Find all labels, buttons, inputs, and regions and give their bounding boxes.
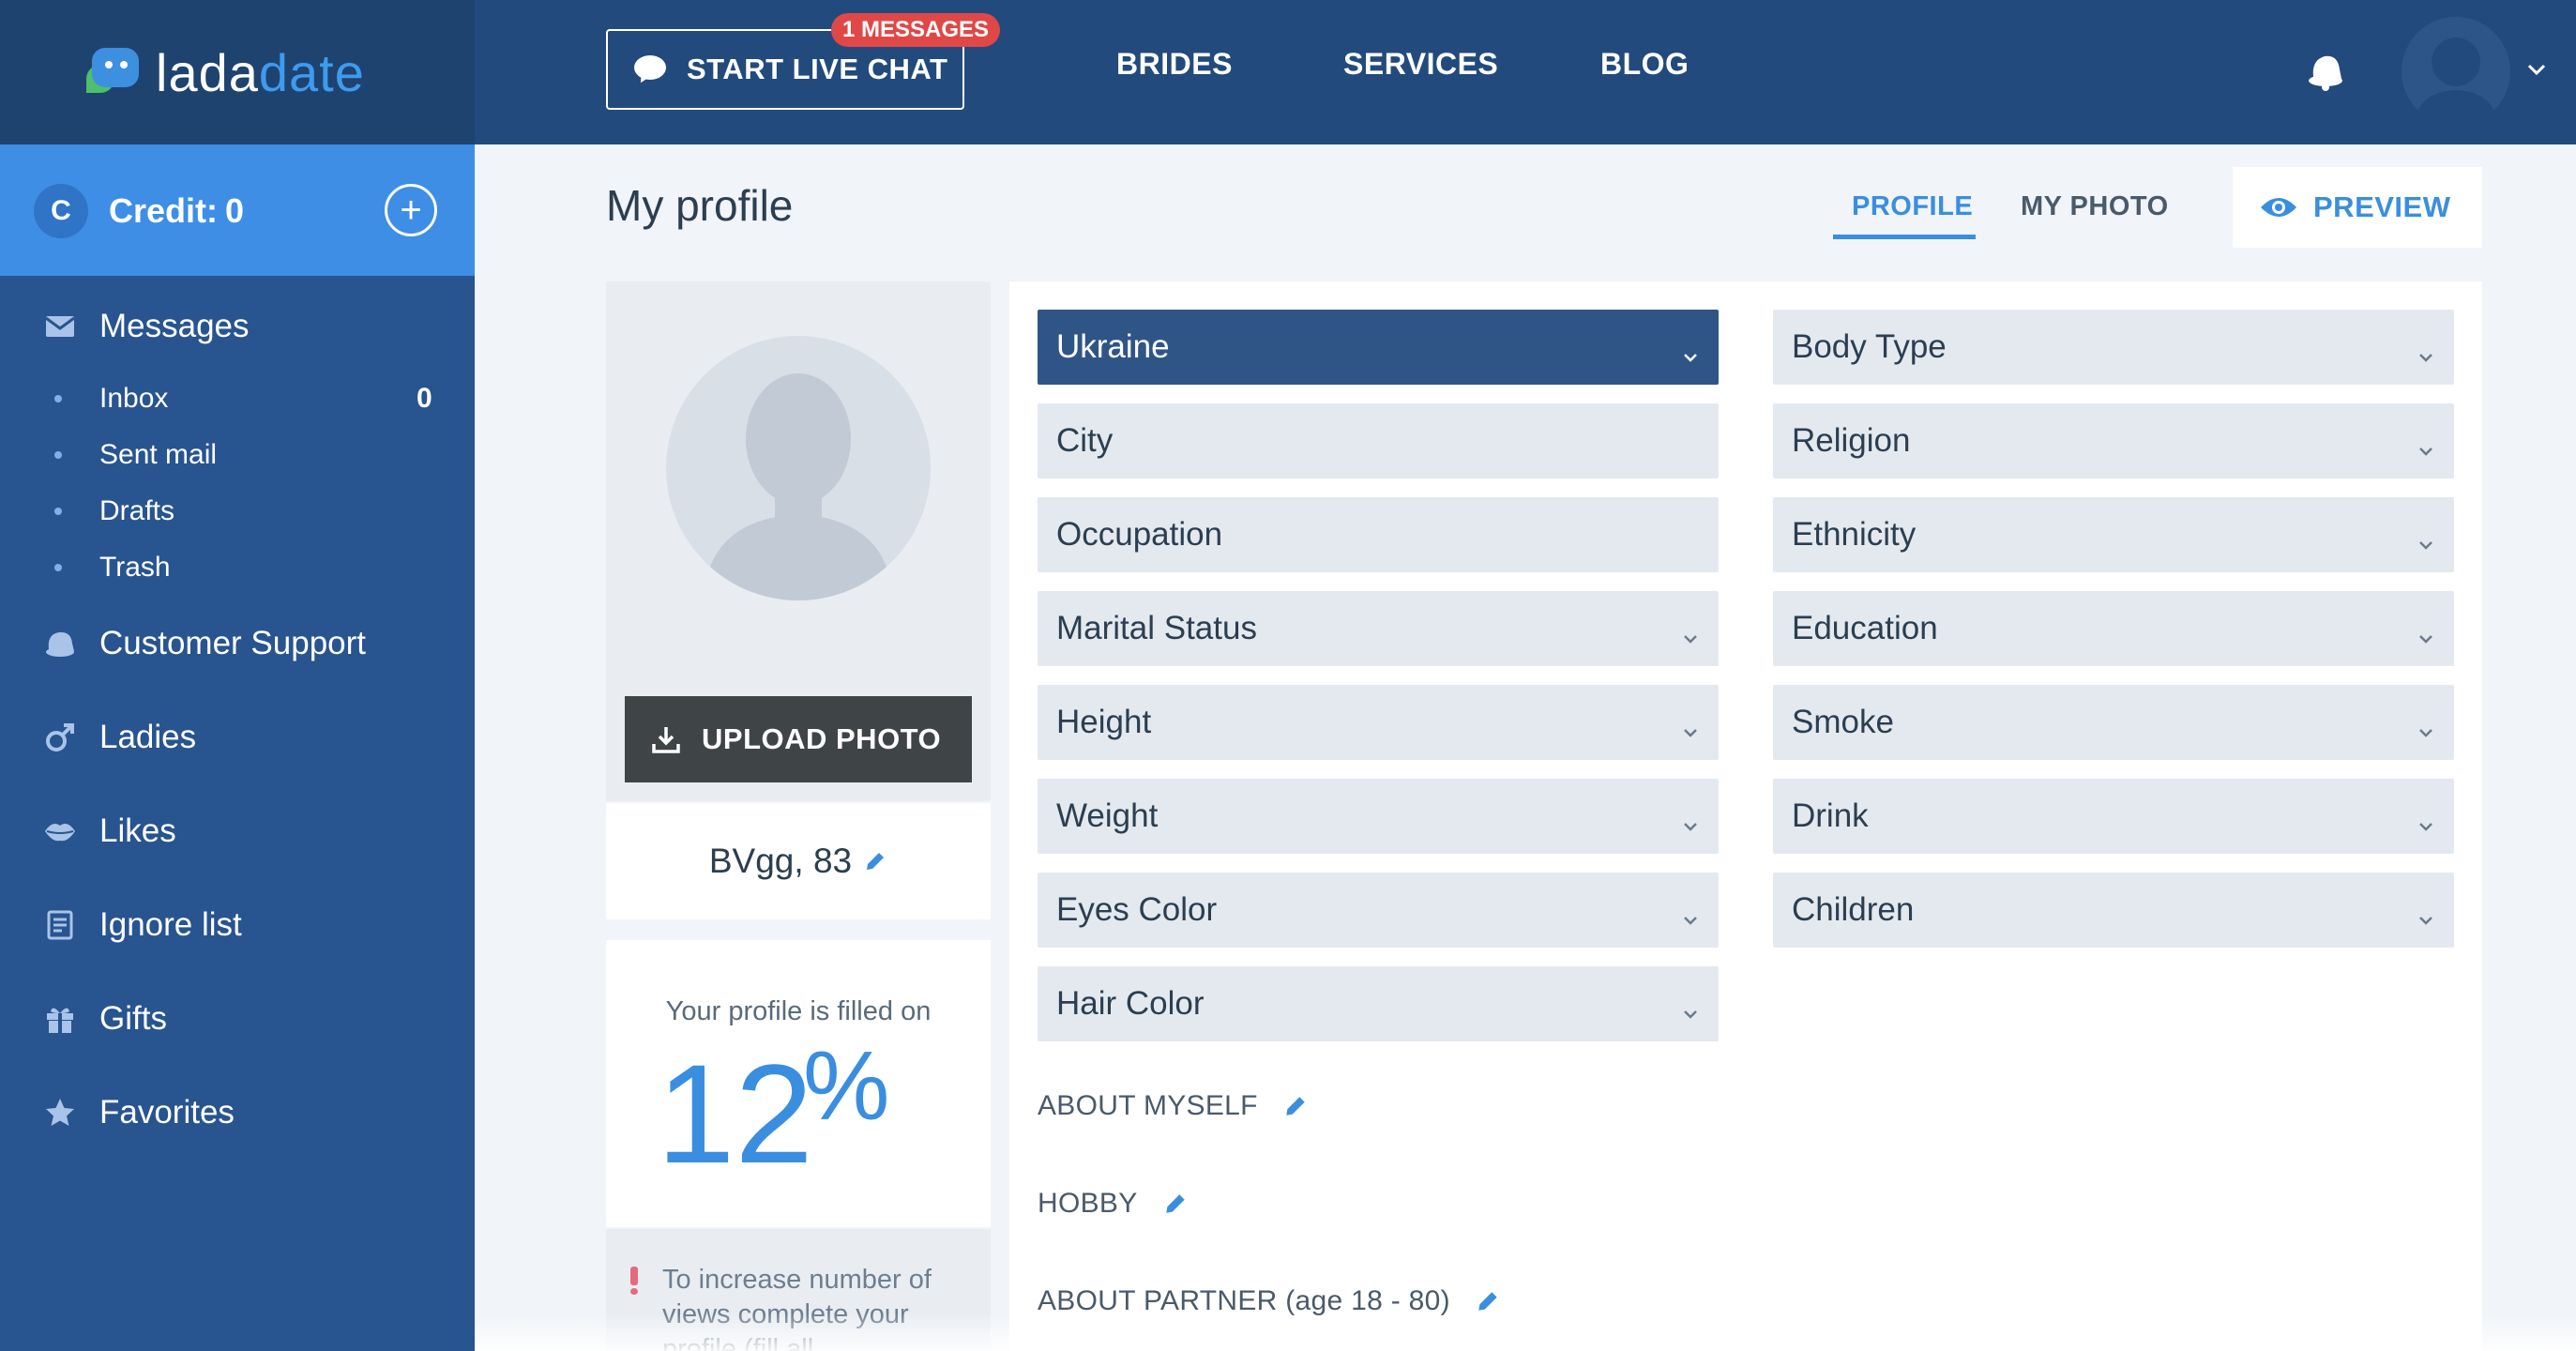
edit-pencil-icon[interactable] (863, 849, 887, 873)
input-occupation[interactable]: Occupation (1038, 497, 1719, 572)
section-hobby[interactable]: HOBBY (1038, 1188, 1189, 1220)
profile-fill-card: Your profile is filled on 12 % (606, 940, 991, 1227)
select-drink[interactable]: Drink (1773, 779, 2454, 854)
credit-bar: C Credit: 0 + (0, 144, 475, 276)
select-smoke[interactable]: Smoke (1773, 685, 2454, 760)
profile-fill-percent: % (803, 1032, 890, 1141)
input-city[interactable]: City (1038, 403, 1719, 478)
chevron-down-icon (2417, 713, 2435, 737)
section-about-myself[interactable]: ABOUT MYSELF (1038, 1090, 1309, 1122)
star-icon (41, 1094, 79, 1131)
default-avatar-placeholder (666, 336, 931, 600)
logo[interactable]: ladadate (0, 0, 475, 144)
edit-pencil-icon[interactable] (1162, 1191, 1189, 1217)
chevron-down-icon (1681, 713, 1700, 737)
support-bell-icon[interactable] (2306, 49, 2345, 92)
select-eyes-color[interactable]: Eyes Color (1038, 873, 1719, 948)
name-age-card: BVgg, 83 (606, 803, 991, 919)
select-education[interactable]: Education (1773, 591, 2454, 666)
select-height[interactable]: Height (1038, 685, 1719, 760)
nav-brides[interactable]: BRIDES (1116, 47, 1233, 82)
photo-card: UPLOAD PHOTO (606, 281, 991, 801)
select-body-type[interactable]: Body Type (1773, 310, 2454, 385)
select-weight[interactable]: Weight (1038, 779, 1719, 854)
chevron-down-icon (2417, 619, 2435, 644)
support-bell-icon (41, 625, 79, 662)
upload-photo-button[interactable]: UPLOAD PHOTO (625, 696, 972, 782)
top-bar: ladadate START LIVE CHAT 1 MESSAGES BRID… (0, 0, 2576, 144)
preview-button[interactable]: PREVIEW (2233, 167, 2482, 248)
messages-badge[interactable]: 1 MESSAGES (831, 13, 1001, 47)
chevron-down-icon (2417, 807, 2435, 831)
user-avatar[interactable] (2402, 17, 2510, 126)
chevron-down-icon (1681, 994, 1700, 1019)
scroll-fade (475, 1313, 2576, 1351)
add-credit-button[interactable]: + (385, 184, 437, 236)
credit-coin-icon: C (34, 184, 88, 238)
edit-pencil-icon[interactable] (1282, 1093, 1309, 1119)
gender-symbol-icon (41, 719, 79, 756)
edit-pencil-icon[interactable] (1475, 1288, 1501, 1314)
logo-text: ladadate (156, 42, 365, 102)
lips-icon (41, 812, 79, 850)
exclamation-icon (630, 1267, 638, 1295)
chevron-down-icon (2417, 338, 2435, 362)
name-age: BVgg, 83 (708, 842, 853, 880)
account-chevron-down-icon[interactable] (2525, 58, 2548, 81)
list-document-icon (41, 906, 79, 944)
inbox-count: 0 (417, 383, 432, 414)
select-ukraine[interactable]: Ukraine (1038, 310, 1719, 385)
tab-my-photo[interactable]: MY PHOTO (2021, 191, 2169, 222)
nav-services[interactable]: SERVICES (1343, 47, 1498, 82)
select-children[interactable]: Children (1773, 873, 2454, 948)
section-about-partner[interactable]: ABOUT PARTNER (age 18 - 80) (1038, 1285, 1501, 1317)
sidebar-sub-trash[interactable]: Trash (0, 544, 475, 591)
envelope-icon (41, 308, 79, 345)
logo-chat-icon (86, 48, 141, 97)
credit-value: 0 (225, 191, 245, 230)
sidebar-item-gifts[interactable]: Gifts (0, 991, 475, 1047)
sidebar-sub-sent-mail[interactable]: Sent mail (0, 432, 475, 478)
sidebar-item-likes[interactable]: Likes (0, 803, 475, 859)
sidebar-item-ignore-list[interactable]: Ignore list (0, 897, 475, 953)
gift-icon (41, 1000, 79, 1038)
tab-profile-underline (1833, 235, 1976, 239)
page-title: My profile (606, 181, 794, 230)
eye-icon (2261, 198, 2296, 217)
sidebar-sub-drafts[interactable]: Drafts (0, 488, 475, 535)
select-hair-color[interactable]: Hair Color (1038, 966, 1719, 1041)
profile-fill-value: 12 (657, 1035, 813, 1192)
sidebar-item-customer-support[interactable]: Customer Support (0, 615, 475, 672)
sidebar-item-ladies[interactable]: Ladies (0, 709, 475, 766)
chevron-down-icon (1681, 338, 1700, 362)
download-icon (652, 727, 680, 753)
select-religion[interactable]: Religion (1773, 403, 2454, 478)
chevron-down-icon (2417, 432, 2435, 456)
chat-bubble-icon (634, 55, 666, 86)
sidebar-item-messages[interactable]: Messages (0, 298, 475, 355)
sidebar: C Credit: 0 + Messages Inbox 0 Sent mail… (0, 144, 475, 1351)
select-ethnicity[interactable]: Ethnicity (1773, 497, 2454, 572)
sidebar-sub-inbox[interactable]: Inbox 0 (0, 375, 475, 422)
chevron-down-icon (1681, 807, 1700, 831)
profile-fill-label: Your profile is filled on (665, 996, 932, 1026)
chevron-down-icon (1681, 619, 1700, 644)
select-marital-status[interactable]: Marital Status (1038, 591, 1719, 666)
chevron-down-icon (2417, 525, 2435, 550)
tab-profile[interactable]: PROFILE (1852, 191, 1973, 222)
chevron-down-icon (1681, 901, 1700, 925)
credit-label: Credit: (109, 191, 218, 230)
sidebar-item-favorites[interactable]: Favorites (0, 1085, 475, 1141)
chevron-down-icon (2417, 901, 2435, 925)
nav-blog[interactable]: BLOG (1600, 47, 1689, 82)
